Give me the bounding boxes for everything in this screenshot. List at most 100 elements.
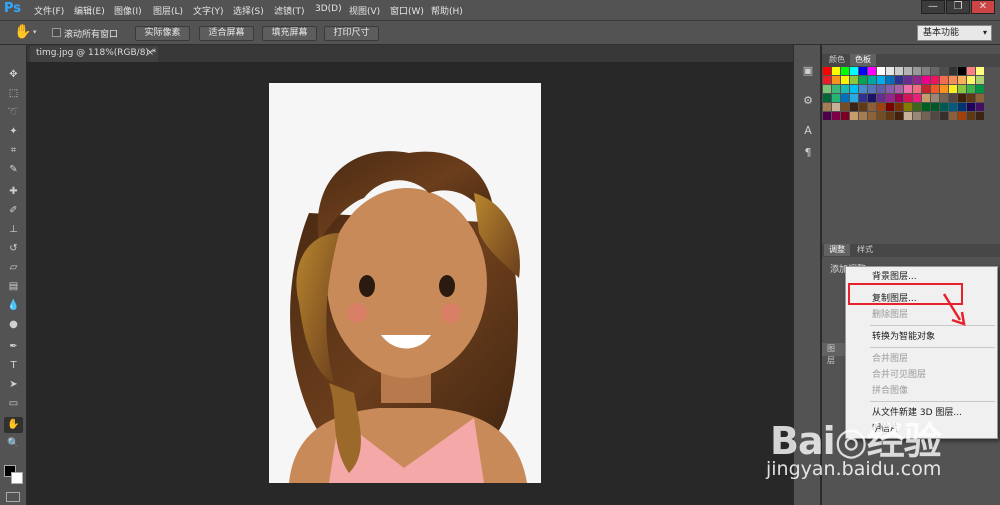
color-swatch[interactable] [976,85,984,93]
menu-item-convert-smart-object[interactable]: 转换为智能对象 [846,329,997,345]
color-swatch[interactable] [940,67,948,75]
color-swatch[interactable] [967,67,975,75]
color-swatch[interactable] [904,67,912,75]
color-swatch[interactable] [913,67,921,75]
color-swatch[interactable] [895,112,903,120]
color-swatch[interactable] [850,67,858,75]
color-swatch[interactable] [958,76,966,84]
color-swatch[interactable] [877,85,885,93]
color-swatch[interactable] [850,94,858,102]
color-swatch[interactable] [895,94,903,102]
color-swatch[interactable] [850,76,858,84]
color-swatch[interactable] [967,76,975,84]
color-swatch[interactable] [976,103,984,111]
color-swatch[interactable] [958,67,966,75]
document-canvas[interactable] [269,83,541,483]
color-swatch[interactable] [886,103,894,111]
color-swatch[interactable] [931,76,939,84]
color-swatch[interactable] [877,94,885,102]
color-swatch[interactable] [877,103,885,111]
color-swatch[interactable] [868,112,876,120]
color-swatch[interactable] [967,103,975,111]
color-swatch[interactable] [859,103,867,111]
color-swatch[interactable] [931,85,939,93]
background-color-swatch[interactable] [11,472,23,484]
document-tab[interactable]: timg.jpg @ 118%(RGB/8) * × [30,46,158,62]
color-swatch[interactable] [922,67,930,75]
menu-help[interactable]: 帮助(H) [431,4,463,17]
color-swatch[interactable] [823,85,831,93]
color-swatch[interactable] [922,94,930,102]
menu-filter[interactable]: 滤镜(T) [274,4,305,17]
menu-edit[interactable]: 编辑(E) [74,4,105,17]
color-swatch[interactable] [913,94,921,102]
menu-select[interactable]: 选择(S) [233,4,264,17]
color-swatch[interactable] [895,85,903,93]
color-swatch[interactable] [940,103,948,111]
color-swatch[interactable] [877,112,885,120]
fill-screen-button[interactable]: 填充屏幕 [262,26,317,41]
brush-tool-icon[interactable]: ✐ [4,203,23,219]
color-swatch[interactable] [886,112,894,120]
tab-color[interactable]: 颜色 [824,54,850,66]
color-swatch[interactable] [850,103,858,111]
color-swatch[interactable] [859,85,867,93]
color-swatch[interactable] [904,76,912,84]
color-swatch[interactable] [976,76,984,84]
color-swatch[interactable] [895,103,903,111]
color-swatch[interactable] [850,85,858,93]
color-swatch[interactable] [877,76,885,84]
color-swatch[interactable] [841,112,849,120]
color-swatch[interactable] [976,112,984,120]
color-swatch[interactable] [958,103,966,111]
color-swatch[interactable] [958,85,966,93]
color-swatch[interactable] [958,94,966,102]
color-swatch[interactable] [940,94,948,102]
eraser-tool-icon[interactable]: ▱ [4,260,23,276]
quick-mask-icon[interactable] [6,492,20,502]
color-swatch[interactable] [940,112,948,120]
color-swatch[interactable] [823,112,831,120]
color-swatch[interactable] [841,76,849,84]
properties-panel-icon[interactable]: ⚙ [799,93,817,109]
color-swatch[interactable] [949,112,957,120]
color-swatch[interactable] [967,112,975,120]
close-button[interactable]: ✕ [971,0,995,14]
magic-wand-tool-icon[interactable]: ✦ [4,124,23,140]
color-swatch[interactable] [859,76,867,84]
menu-file[interactable]: 文件(F) [34,4,64,17]
color-swatch[interactable] [949,67,957,75]
color-swatch[interactable] [904,112,912,120]
color-swatch[interactable] [895,67,903,75]
color-swatch[interactable] [949,94,957,102]
pen-tool-icon[interactable]: ✒ [4,339,23,355]
color-swatch[interactable] [841,85,849,93]
color-swatch[interactable] [832,112,840,120]
color-swatch[interactable] [868,76,876,84]
color-swatch[interactable] [904,103,912,111]
tab-swatches[interactable]: 色板 [850,54,876,66]
marquee-tool-icon[interactable]: ⬚ [4,86,23,102]
color-swatch[interactable] [859,94,867,102]
character-panel-icon[interactable]: A [799,123,817,139]
color-swatch[interactable] [967,85,975,93]
color-swatch[interactable] [976,94,984,102]
scroll-all-checkbox[interactable] [52,28,61,37]
color-swatch[interactable] [904,94,912,102]
color-swatch[interactable] [931,103,939,111]
color-swatch[interactable] [949,76,957,84]
color-swatch[interactable] [823,94,831,102]
workspace-select[interactable]: 基本功能 ▾ [917,25,992,41]
history-brush-tool-icon[interactable]: ↺ [4,241,23,257]
menu-window[interactable]: 窗口(W) [390,4,424,17]
menu-image[interactable]: 图像(I) [114,4,142,17]
color-swatch[interactable] [913,85,921,93]
menu-3d[interactable]: 3D(D) [315,4,342,14]
path-selection-tool-icon[interactable]: ➤ [4,377,23,393]
color-swatch[interactable] [832,67,840,75]
actual-pixels-button[interactable]: 实际像素 [135,26,190,41]
color-swatch[interactable] [949,103,957,111]
color-swatch[interactable] [886,85,894,93]
color-swatch[interactable] [850,112,858,120]
color-swatch[interactable] [949,85,957,93]
